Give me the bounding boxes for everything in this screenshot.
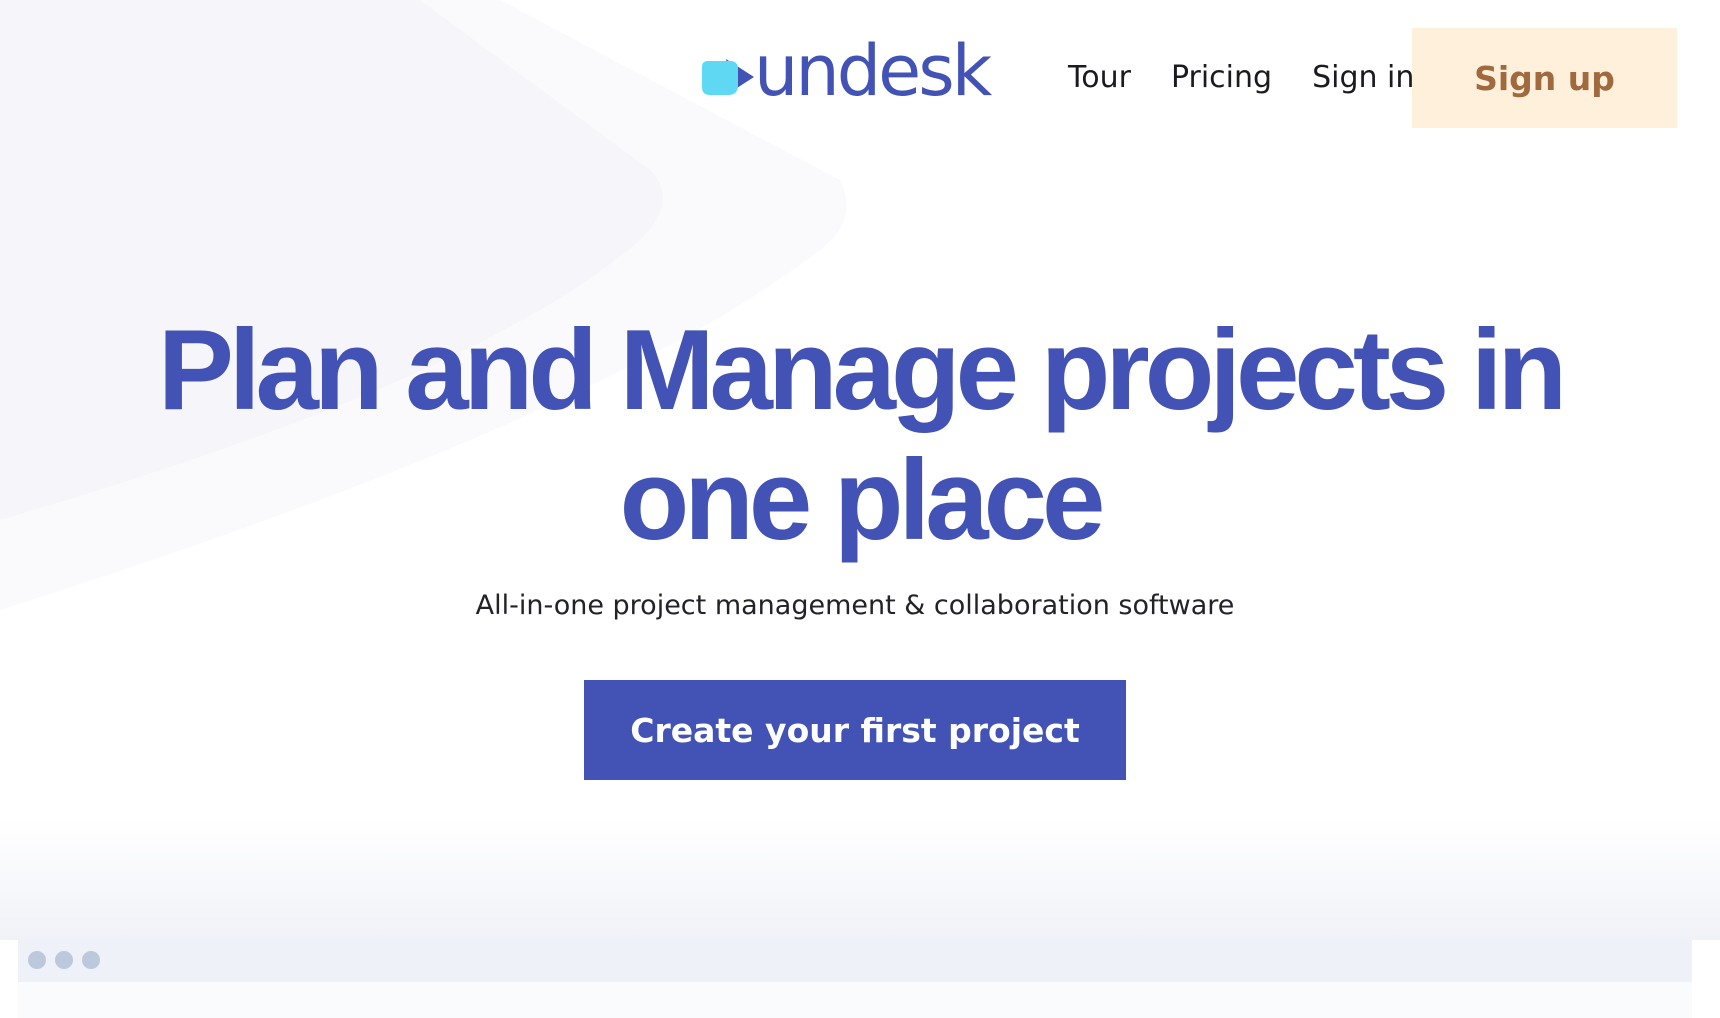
app-preview-window bbox=[18, 938, 1692, 1018]
main-nav: Tour Pricing Sign in bbox=[1068, 58, 1414, 98]
window-dot-icon bbox=[55, 951, 73, 969]
nav-link-tour[interactable]: Tour bbox=[1068, 58, 1131, 98]
logo-link[interactable]: undesk bbox=[700, 30, 992, 112]
window-dot-icon bbox=[28, 951, 46, 969]
preview-fade bbox=[0, 820, 1720, 940]
logo-icon bbox=[702, 59, 754, 95]
create-project-button[interactable]: Create your first project bbox=[584, 680, 1126, 780]
nav-link-sign-in[interactable]: Sign in bbox=[1312, 58, 1414, 98]
window-dot-icon bbox=[82, 951, 100, 969]
sign-up-button[interactable]: Sign up bbox=[1412, 28, 1677, 128]
window-title-bar bbox=[18, 938, 1692, 982]
hero-subtitle: All-in-one project management & collabor… bbox=[475, 590, 1235, 621]
nav-link-pricing[interactable]: Pricing bbox=[1171, 58, 1272, 98]
hero-title: Plan and Manage projects in one place bbox=[157, 307, 1567, 564]
site-header: undesk Tour Pricing Sign in Sign up bbox=[0, 28, 1720, 128]
logo-text: undesk bbox=[754, 30, 992, 112]
